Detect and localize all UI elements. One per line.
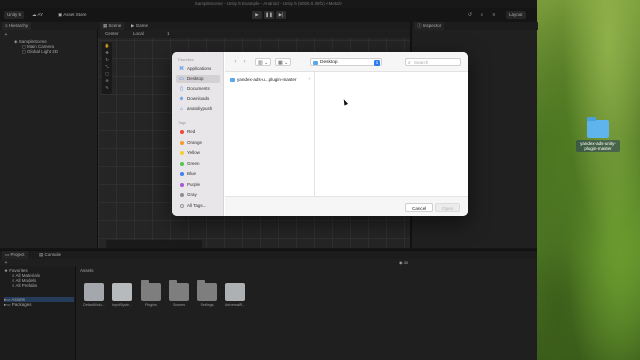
file-browser-column: yandex-ads-u...plugin-master › xyxy=(225,72,349,196)
forward-button[interactable]: › xyxy=(241,58,248,66)
search-field[interactable]: ⌕ Search xyxy=(405,58,461,66)
sidebar-item-applications[interactable]: ⌘ Applications xyxy=(176,65,220,73)
tag-label: Gray xyxy=(187,192,197,197)
sidebar-item-downloads[interactable]: ⊕ Downloads xyxy=(176,95,220,103)
view-mode-button[interactable]: ▥ ⌄ xyxy=(255,58,272,66)
sidebar-tag-purple[interactable]: Purple xyxy=(176,181,220,189)
tag-dot-icon xyxy=(180,151,184,155)
download-icon: ⊕ xyxy=(179,95,184,102)
tag-dot-icon xyxy=(180,130,184,134)
desktop-wallpaper xyxy=(537,0,640,360)
open-label: Open xyxy=(442,206,454,211)
desktop-folder-label-line2: plugin-master xyxy=(584,146,612,151)
tag-dot-icon xyxy=(180,161,184,166)
open-file-dialog: Favorites ⌘ Applications ▭ Desktop ▯ Docume… xyxy=(172,52,468,216)
tag-label: Orange xyxy=(187,139,203,145)
location-label: Desktop xyxy=(320,60,338,65)
sidebar-tag-gray[interactable]: Gray xyxy=(176,191,220,199)
document-icon: ▯ xyxy=(180,85,183,92)
favorites-header: Favorites xyxy=(178,58,194,62)
desktop-icon: ▭ xyxy=(179,75,184,82)
sidebar-item-desktop[interactable]: ▭ Desktop xyxy=(176,75,220,83)
folder-icon xyxy=(587,117,609,138)
cancel-label: Cancel xyxy=(412,206,427,211)
sidebar-tag-red[interactable]: Red xyxy=(176,128,220,136)
sidebar-tag-yellow[interactable]: Yellow xyxy=(176,149,220,157)
location-popup[interactable]: Desktop ⇕ xyxy=(310,58,382,66)
tag-dot-icon xyxy=(180,172,184,176)
sidebar-item-label: Desktop xyxy=(187,76,204,81)
columns-view-icon: ▥ ⌄ xyxy=(258,60,269,66)
search-placeholder: Search xyxy=(414,60,429,65)
applications-icon: ⌘ xyxy=(179,65,184,72)
chevron-right-icon: › xyxy=(308,76,310,82)
open-button[interactable]: Open xyxy=(435,203,461,212)
sidebar-item-home[interactable]: ⌂ anatoliypush xyxy=(176,105,220,113)
tag-label: Yellow xyxy=(187,150,200,155)
file-row[interactable]: yandex-ads-u...plugin-master › xyxy=(228,76,312,83)
chevron-left-icon: ‹ xyxy=(234,59,237,65)
sidebar-tag-blue[interactable]: Blue xyxy=(176,170,220,178)
tag-label: Red xyxy=(187,129,196,134)
folder-icon xyxy=(230,77,235,82)
tag-dot-icon xyxy=(180,140,184,145)
dialog-toolbar: ‹ › ▥ ⌄ ▦ ⌄ Desktop ⇕ ⌕ Search xyxy=(225,52,468,72)
home-icon: ⌂ xyxy=(179,105,184,112)
tag-dot-icon xyxy=(180,193,184,197)
file-name: yandex-ads-u...plugin-master xyxy=(237,77,297,82)
tag-label: Purple xyxy=(187,181,201,187)
grid-view-icon: ▦ ⌄ xyxy=(278,60,289,66)
desktop-folder[interactable]: yandex-ads-unity- plugin-master xyxy=(576,117,620,152)
sidebar-item-label: Downloads xyxy=(187,96,210,101)
chevron-right-icon: › xyxy=(243,59,246,65)
tag-dot-icon xyxy=(180,203,184,208)
back-button[interactable]: ‹ xyxy=(232,58,239,66)
tag-label: Green xyxy=(187,160,200,166)
dialog-sidebar: Favorites ⌘ Applications ▭ Desktop ▯ Docume… xyxy=(172,52,224,216)
search-icon: ⌕ xyxy=(408,60,411,66)
folder-icon xyxy=(313,60,318,65)
cancel-button[interactable]: Cancel xyxy=(405,203,434,212)
tag-label: All Tags... xyxy=(187,202,207,208)
chevron-updown-icon: ⇕ xyxy=(374,60,380,66)
sidebar-item-documents[interactable]: ▯ Documents xyxy=(176,85,220,93)
tag-label: Blue xyxy=(187,171,197,176)
sidebar-tag-all[interactable]: All Tags... xyxy=(176,202,220,210)
group-button[interactable]: ▦ ⌄ xyxy=(275,58,292,66)
tag-dot-icon xyxy=(180,182,184,187)
mouse-cursor-icon xyxy=(341,98,349,106)
sidebar-tag-orange[interactable]: Orange xyxy=(176,139,220,147)
tags-header: Tags xyxy=(178,121,187,125)
dialog-footer: Cancel Open xyxy=(225,196,468,216)
sidebar-item-label: anatoliypush xyxy=(187,106,213,111)
desktop-folder-label: yandex-ads-unity- plugin-master xyxy=(576,140,620,152)
sidebar-item-label: Documents xyxy=(187,86,210,91)
sidebar-item-label: Applications xyxy=(187,66,212,71)
sidebar-tag-green[interactable]: Green xyxy=(176,160,220,168)
